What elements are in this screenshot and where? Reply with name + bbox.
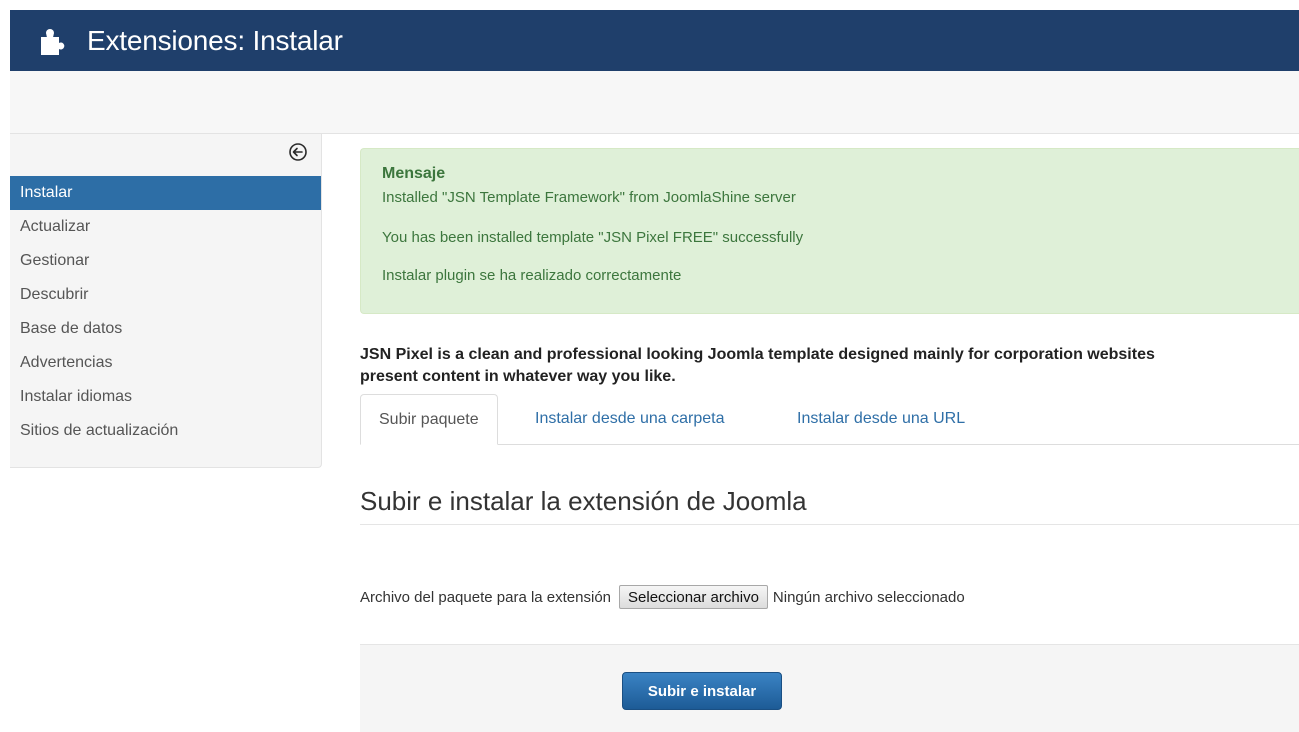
form-actions: Subir e instalar: [360, 644, 1299, 732]
file-label: Archivo del paquete para la extensión: [360, 588, 612, 606]
sidebar-item-gestionar[interactable]: Gestionar: [10, 244, 321, 278]
sidebar-item-base-de-datos[interactable]: Base de datos: [10, 312, 321, 346]
alert-message: Instalar plugin se ha realizado correcta…: [382, 267, 682, 284]
file-status: Ningún archivo seleccionado: [772, 588, 965, 606]
install-tabs: Subir paquete Instalar desde una carpeta…: [360, 394, 1299, 445]
sidebar-item-instalar[interactable]: Instalar: [10, 176, 321, 210]
sidebar-item-actualizar[interactable]: Actualizar: [10, 210, 321, 244]
collapse-sidebar-icon[interactable]: [288, 142, 308, 162]
sidebar: Instalar Actualizar Gestionar Descubrir …: [10, 134, 322, 468]
page-header: Extensiones: Instalar: [10, 10, 1299, 71]
sidebar-item-advertencias[interactable]: Advertencias: [10, 346, 321, 380]
template-description: JSN Pixel is a clean and professional lo…: [360, 344, 1299, 388]
alert-heading: Mensaje: [382, 165, 446, 182]
section-title: Subir e instalar la extensión de Joomla: [360, 486, 807, 516]
description-line: present content in whatever way you like…: [360, 368, 676, 385]
sidebar-item-descubrir[interactable]: Descubrir: [10, 278, 321, 312]
page-title: Extensiones: Instalar: [87, 24, 343, 56]
tab-instalar-carpeta[interactable]: Instalar desde una carpeta: [517, 394, 742, 444]
puzzle-icon: [38, 25, 70, 57]
sidebar-item-instalar-idiomas[interactable]: Instalar idiomas: [10, 380, 321, 414]
divider: [360, 524, 1299, 525]
success-message: Mensaje Installed "JSN Template Framewor…: [360, 148, 1299, 314]
alert-message: You has been installed template "JSN Pix…: [382, 229, 804, 246]
upload-install-button[interactable]: Subir e instalar: [622, 672, 782, 710]
sidebar-nav: Instalar Actualizar Gestionar Descubrir …: [10, 176, 321, 448]
tab-instalar-url[interactable]: Instalar desde una URL: [779, 394, 983, 444]
description-line: JSN Pixel is a clean and professional lo…: [360, 346, 1155, 363]
alert-message: Installed "JSN Template Framework" from …: [382, 189, 796, 206]
file-upload-row: Archivo del paquete para la extensión Se…: [360, 584, 965, 610]
sidebar-item-sitios-de-actualizacion[interactable]: Sitios de actualización: [10, 414, 321, 448]
toolbar-area: [10, 71, 1299, 134]
tab-subir-paquete[interactable]: Subir paquete: [360, 394, 498, 445]
select-file-button[interactable]: Seleccionar archivo: [619, 585, 768, 609]
